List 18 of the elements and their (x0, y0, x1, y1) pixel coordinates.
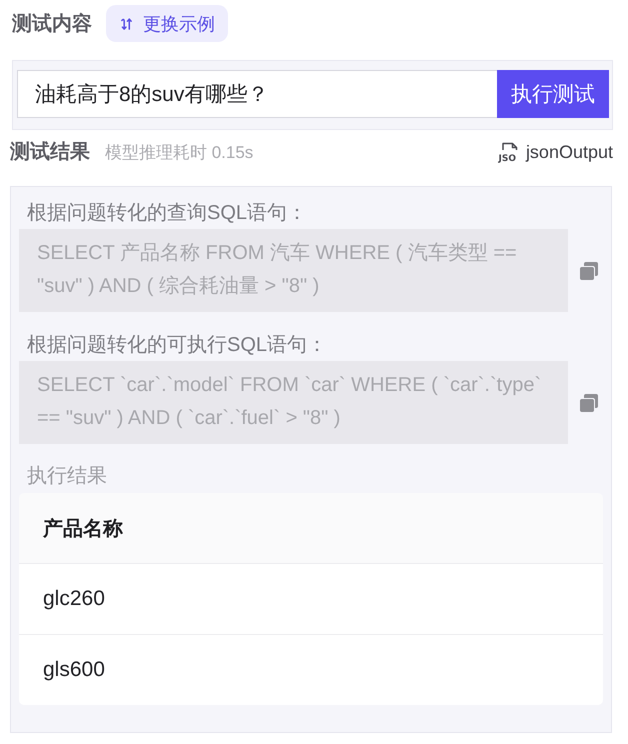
table-cell: gls600 (19, 634, 603, 705)
sql-code-block: SELECT `car`.`model` FROM `car` WHERE ( `car`.`type` == "suv" ) AND ( `car`.`fuel` > "8" ) (19, 361, 568, 444)
sql-label: 根据问题转化的可执行SQL语句： (26, 333, 328, 358)
section-title: 测试内容 (12, 12, 92, 36)
inference-time-text: 模型推理耗时 0.15s (105, 142, 254, 164)
section-title: 测试结果 (10, 140, 90, 165)
copy-icon[interactable] (578, 260, 600, 282)
table-cell: glc260 (19, 563, 603, 634)
json-output-button[interactable]: JSO jsonOutput (498, 141, 613, 163)
copy-icon[interactable] (578, 392, 600, 414)
sql-label: 根据问题转化的查询SQL语句： (26, 201, 308, 226)
run-test-button[interactable]: 执行测试 (497, 70, 609, 118)
question-input[interactable]: 油耗高于8的suv有哪些？ (17, 70, 497, 118)
swap-icon (120, 16, 133, 30)
change-example-button[interactable]: 更换示例 (106, 5, 228, 42)
execution-result-label: 执行结果 (26, 464, 108, 489)
table-header-cell: 产品名称 (19, 493, 603, 563)
sql-code-block: SELECT 产品名称 FROM 汽车 WHERE ( 汽车类型 == "suv" ) AND ( 综合耗油量 > "8" ) (19, 229, 568, 312)
